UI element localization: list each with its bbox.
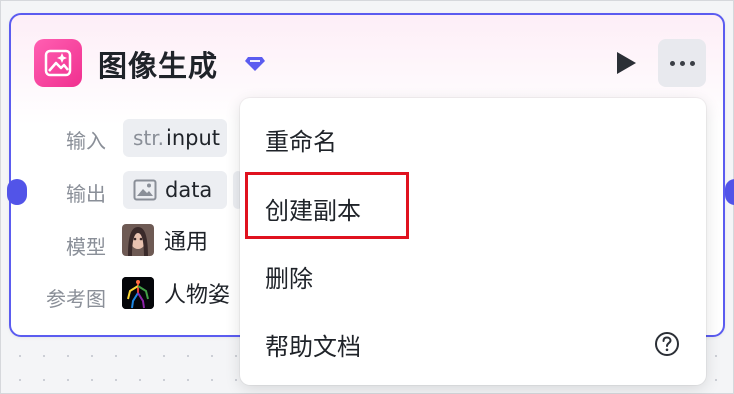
- input-value: input: [166, 126, 221, 150]
- help-icon: [655, 332, 679, 356]
- reference-image-value[interactable]: 人物姿: [122, 277, 230, 309]
- highlight-box: [245, 172, 409, 239]
- context-menu: 重命名 创建副本 删除 帮助文档: [240, 98, 706, 385]
- reference-image-name: 人物姿: [164, 283, 231, 308]
- menu-item-rename[interactable]: 重命名: [240, 109, 706, 169]
- input-label: 输入: [66, 129, 106, 153]
- more-dot-icon: [669, 60, 675, 66]
- more-dot-icon: [679, 60, 685, 66]
- image-type-icon: [133, 179, 157, 201]
- premium-gem-icon: [245, 57, 265, 71]
- string-type-tag: str.: [133, 126, 165, 150]
- output-value: data: [165, 178, 213, 202]
- run-icon[interactable]: [614, 50, 638, 76]
- output-label: 输出: [66, 182, 106, 206]
- input-chip: str. input: [123, 119, 227, 157]
- menu-item-label: 帮助文档: [265, 332, 361, 361]
- node-title: 图像生成: [98, 49, 219, 83]
- more-options-button[interactable]: [658, 39, 706, 87]
- menu-item-delete[interactable]: 删除: [240, 246, 706, 306]
- output-port[interactable]: [725, 179, 734, 205]
- menu-item-label: 重命名: [265, 127, 337, 156]
- output-chip: data: [123, 171, 227, 209]
- more-dot-icon: [689, 60, 695, 66]
- image-generation-icon: [34, 39, 82, 87]
- reference-image-label: 参考图: [46, 287, 106, 311]
- pose-thumbnail: [122, 277, 154, 309]
- menu-item-help-docs[interactable]: 帮助文档: [240, 314, 706, 374]
- menu-item-label: 删除: [265, 264, 313, 293]
- model-value[interactable]: 通用: [122, 224, 208, 256]
- model-label: 模型: [66, 235, 106, 259]
- model-name: 通用: [164, 230, 209, 255]
- model-avatar: [122, 224, 154, 256]
